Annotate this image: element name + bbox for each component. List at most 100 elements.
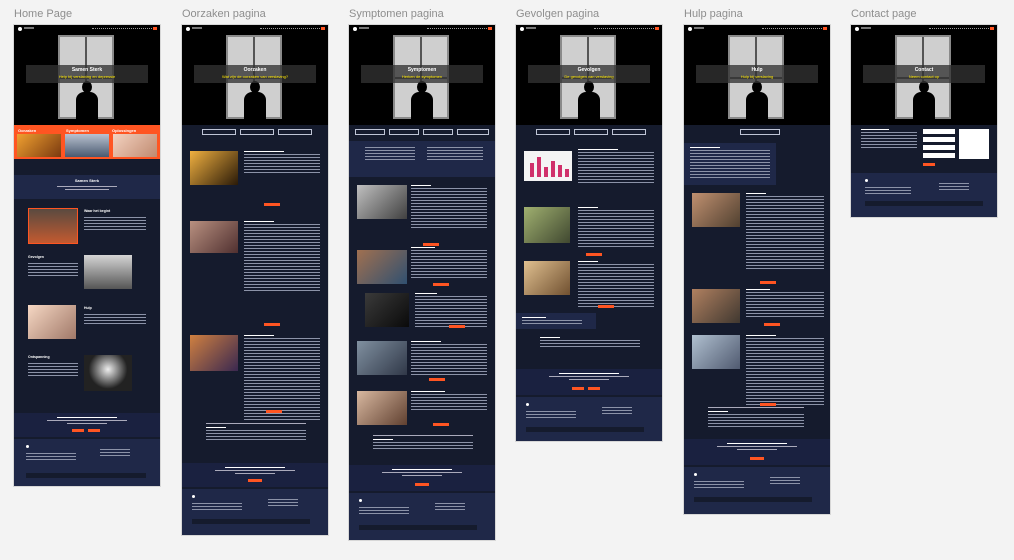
nav-cta-button[interactable] (153, 27, 157, 30)
read-more-button[interactable] (423, 243, 439, 246)
subscribe-button[interactable] (750, 457, 764, 460)
read-more-button[interactable] (449, 325, 465, 328)
article-image (365, 293, 409, 327)
read-more-button[interactable] (429, 378, 445, 381)
contact-button[interactable] (88, 429, 100, 432)
read-more-button[interactable] (433, 283, 449, 286)
read-more-button[interactable] (264, 323, 280, 326)
article-image (357, 250, 407, 284)
sub-tab[interactable] (423, 129, 453, 135)
phone-input[interactable] (923, 145, 955, 150)
nav-cta-button[interactable] (823, 27, 827, 30)
footer (349, 493, 495, 540)
category-image[interactable] (65, 134, 109, 157)
footer-logo-icon[interactable] (526, 403, 529, 406)
article-image (524, 207, 570, 243)
sub-tab[interactable] (694, 129, 734, 135)
frame-contact[interactable]: Contact Neem contact op (851, 25, 997, 217)
subscribe-button[interactable] (415, 483, 429, 486)
email-input[interactable] (923, 137, 955, 142)
hero-title: Contact (914, 67, 934, 73)
contact-button[interactable] (588, 387, 600, 390)
footer-logo-icon[interactable] (694, 473, 697, 476)
tab-symptomen[interactable]: Symptomen (66, 128, 89, 133)
frame-home[interactable]: Samen Sterk Help bij verslaving en depres… (14, 25, 160, 486)
footer-logo-icon[interactable] (359, 499, 362, 502)
read-more-button[interactable] (760, 403, 776, 406)
subscribe-button[interactable] (572, 387, 584, 390)
section-heading: Ontspanning (28, 355, 50, 359)
hero-title: Gevolgen (577, 67, 601, 73)
logo-icon[interactable] (855, 27, 859, 31)
frame-hulp[interactable]: Hulp Hulp bij verslaving (684, 25, 830, 514)
intro-banner: Samen Sterk (14, 175, 160, 199)
hero-subtitle: Help bij verslaving en depressie (58, 74, 116, 79)
sub-tab[interactable] (355, 129, 385, 135)
read-more-button[interactable] (586, 253, 602, 256)
article-image (357, 185, 407, 219)
sub-tab[interactable] (784, 129, 824, 135)
subscribe-button[interactable] (72, 429, 84, 432)
frame-label-oorzaken: Oorzaken pagina (182, 8, 266, 20)
nav-cta-button[interactable] (488, 27, 492, 30)
hero: Contact Neem contact op (851, 25, 997, 125)
logo-icon[interactable] (688, 27, 692, 31)
nav-links[interactable] (260, 28, 320, 30)
footer-logo-icon[interactable] (192, 495, 195, 498)
hero-subtitle: Hulp bij verslaving (740, 74, 774, 79)
frame-symptomen[interactable]: Symptomen Herken de symptomen (349, 25, 495, 540)
article-image (692, 335, 740, 369)
nav-links[interactable] (929, 28, 989, 30)
subscribe-button[interactable] (248, 479, 262, 482)
read-more-button[interactable] (598, 305, 614, 308)
category-image[interactable] (113, 134, 157, 157)
read-more-button[interactable] (764, 323, 780, 326)
frame-oorzaken[interactable]: Oorzaken Wat zijn de oorzaken van verslav… (182, 25, 328, 535)
tab-oorzaken[interactable]: Oorzaken (18, 128, 36, 133)
info-panel (516, 313, 596, 329)
sub-tab[interactable] (457, 129, 489, 135)
sub-tab[interactable] (240, 129, 274, 135)
sub-tab[interactable] (740, 129, 780, 135)
tab-oplossingen[interactable]: Oplossingen (112, 128, 136, 133)
hero-title: Symptomen (407, 67, 437, 73)
send-button[interactable] (923, 163, 935, 166)
read-more-button[interactable] (266, 410, 282, 413)
article-image (190, 151, 238, 185)
category-image[interactable] (17, 134, 61, 157)
footer-bar (26, 473, 146, 478)
nav-links[interactable] (594, 28, 654, 30)
sub-tab[interactable] (202, 129, 236, 135)
section-image (28, 305, 76, 339)
sub-tab[interactable] (536, 129, 570, 135)
hero-title: Oorzaken (243, 67, 267, 73)
sub-tab[interactable] (612, 129, 646, 135)
footer-logo-icon[interactable] (26, 445, 29, 448)
frame-gevolgen[interactable]: Gevolgen De gevolgen van verslaving (516, 25, 662, 441)
logo-icon[interactable] (520, 27, 524, 31)
subject-input[interactable] (923, 153, 955, 158)
nav-cta-button[interactable] (321, 27, 325, 30)
logo-icon[interactable] (186, 27, 190, 31)
footer (516, 397, 662, 441)
category-strip: Oorzaken Symptomen Oplossingen (14, 125, 160, 159)
name-input[interactable] (923, 129, 955, 134)
read-more-button[interactable] (264, 203, 280, 206)
sub-tab[interactable] (574, 129, 608, 135)
read-more-button[interactable] (433, 423, 449, 426)
logo-icon[interactable] (353, 27, 357, 31)
nav-links[interactable] (427, 28, 487, 30)
logo-icon[interactable] (18, 27, 22, 31)
nav-links[interactable] (92, 28, 152, 30)
message-textarea[interactable] (959, 129, 989, 159)
statistics-chart-image (524, 151, 572, 181)
nav-cta-button[interactable] (990, 27, 994, 30)
footer-logo-icon[interactable] (865, 179, 868, 182)
nav-links[interactable] (762, 28, 822, 30)
sub-tab[interactable] (278, 129, 312, 135)
nav-cta-button[interactable] (655, 27, 659, 30)
sub-tab[interactable] (389, 129, 419, 135)
hero-title-box: Samen Sterk Help bij verslaving en depres… (26, 65, 148, 83)
hero: Gevolgen De gevolgen van verslaving (516, 25, 662, 125)
read-more-button[interactable] (760, 281, 776, 284)
